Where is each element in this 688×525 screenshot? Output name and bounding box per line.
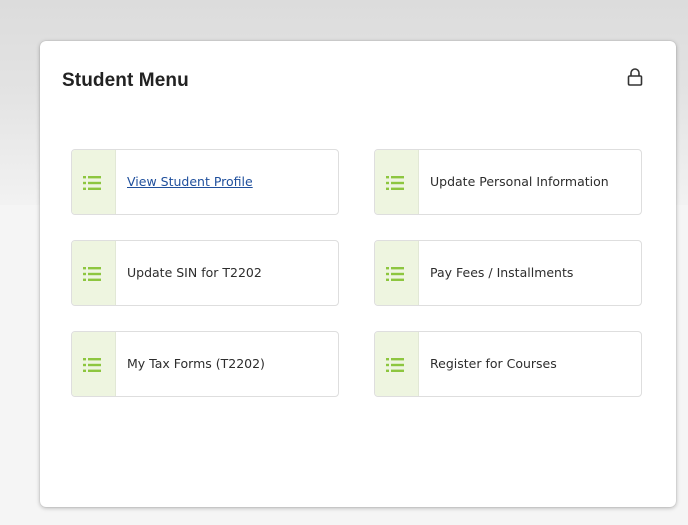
menu-label-pay-fees: Pay Fees / Installments [430, 265, 574, 280]
menu-tile-update-sin[interactable]: Update SIN for T2202 [71, 240, 339, 306]
menu-tile-view-student-profile[interactable]: View Student Profile [71, 149, 339, 215]
tile-icon-area [375, 150, 419, 214]
menu-tile-pay-fees[interactable]: Pay Fees / Installments [374, 240, 642, 306]
card-title: Student Menu [62, 70, 189, 91]
tile-icon-area [72, 150, 116, 214]
menu-label-register-for-courses: Register for Courses [430, 356, 557, 371]
list-icon [386, 267, 404, 281]
menu-label-my-tax-forms: My Tax Forms (T2202) [127, 356, 265, 371]
list-icon [386, 176, 404, 190]
menu-label-update-personal-information: Update Personal Information [430, 174, 609, 189]
list-icon [83, 267, 101, 281]
tile-icon-area [72, 332, 116, 396]
tile-icon-area [375, 332, 419, 396]
student-menu-card: Student Menu View Student Profile Update… [40, 41, 676, 507]
menu-tile-my-tax-forms[interactable]: My Tax Forms (T2202) [71, 331, 339, 397]
menu-link-view-student-profile[interactable]: View Student Profile [127, 150, 328, 214]
menu-tile-update-personal-information[interactable]: Update Personal Information [374, 149, 642, 215]
tile-icon-area [375, 241, 419, 305]
menu-label-update-sin: Update SIN for T2202 [127, 265, 262, 280]
lock-icon[interactable] [627, 67, 643, 87]
list-icon [386, 358, 404, 372]
list-icon [83, 358, 101, 372]
tile-icon-area [72, 241, 116, 305]
menu-tile-register-for-courses[interactable]: Register for Courses [374, 331, 642, 397]
list-icon [83, 176, 101, 190]
